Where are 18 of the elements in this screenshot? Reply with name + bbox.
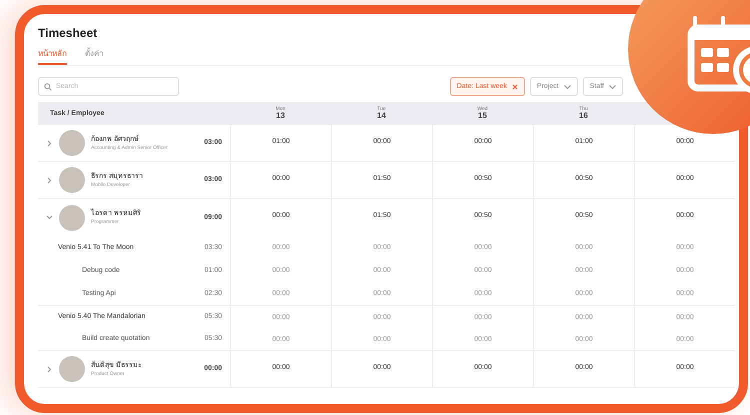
avatar: [59, 356, 85, 382]
avatar: [59, 167, 85, 194]
chevron-right-icon[interactable]: [46, 176, 53, 184]
tab[interactable]: ตั้งค่า: [85, 48, 103, 66]
close-icon[interactable]: [512, 84, 518, 90]
day-number: 16: [579, 112, 588, 122]
caret-icon: [609, 84, 616, 89]
caret-icon: [564, 84, 571, 89]
tab[interactable]: หน้าหลัก: [38, 48, 67, 66]
chevron-right-icon[interactable]: [46, 140, 53, 147]
day-number: 13: [276, 112, 285, 122]
chevron-right-icon[interactable]: [46, 366, 53, 373]
chevron-down-icon[interactable]: [46, 214, 53, 222]
page-title: Timesheet: [38, 26, 98, 40]
avatar: [59, 204, 85, 231]
day-number: 15: [478, 112, 487, 122]
day-number: 14: [377, 112, 386, 122]
avatar: [59, 130, 85, 156]
